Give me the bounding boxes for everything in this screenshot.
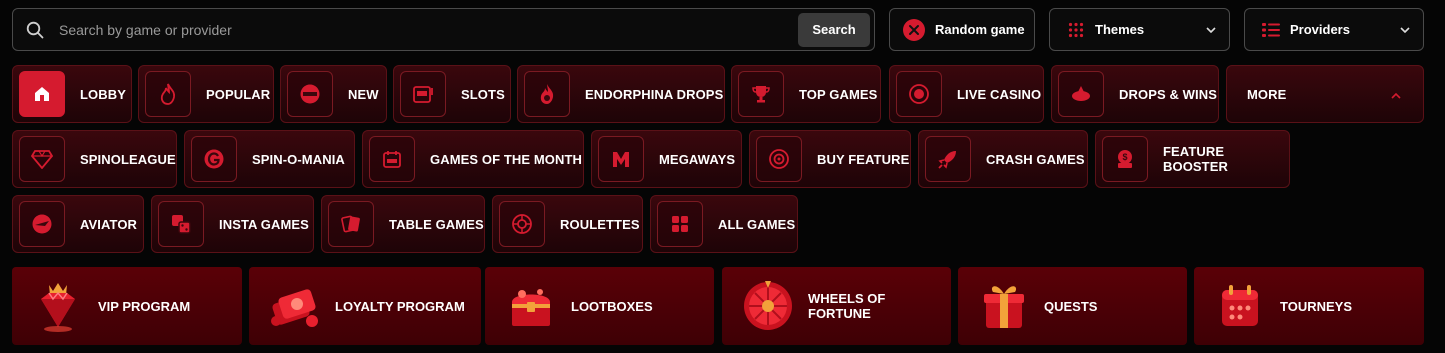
category-label: NEW [348,86,379,102]
random-game-button[interactable]: Random game [889,8,1035,51]
home-icon [19,71,65,117]
category-label: LIVE CASINO [957,86,1042,102]
category-label: POPULAR [206,86,271,102]
category-label: GAMES OF THE MONTH [430,151,583,167]
category-megaways[interactable]: MEGAWAYS [591,130,742,188]
category-new[interactable]: NEW [280,65,387,123]
category-label: MORE [1247,86,1287,102]
category-endorphina-drops[interactable]: ENDORPHINA DROPS [517,65,725,123]
category-label: ENDORPHINA DROPS [585,86,724,102]
promo-lootboxes[interactable]: LOOTBOXES [485,267,714,345]
search-button[interactable]: Search [798,12,870,47]
category-games-of-the-month[interactable]: GAMES OF THE MONTH [362,130,584,188]
category-slots[interactable]: SLOTS [393,65,511,123]
category-label: LOBBY [80,86,126,102]
category-label: BUY FEATURE [817,151,910,167]
category-label: ROULETTES [560,216,640,232]
category-label: SLOTS [461,86,505,102]
providers-dropdown[interactable]: Providers [1244,8,1424,51]
new-badge-icon [287,71,333,117]
fortune-wheel-icon [740,278,796,334]
dice-icon [158,201,204,247]
providers-label: Providers [1290,22,1350,37]
promo-label: WHEELS OF FORTUNE [808,291,886,321]
category-spinoleague[interactable]: SPINOLEAGUE [12,130,177,188]
category-label: MEGAWAYS [659,151,736,167]
category-all-games[interactable]: ALL GAMES [650,195,798,253]
gift-icon [976,278,1032,334]
category-label: CRASH GAMES [986,151,1085,167]
vip-gem-icon [30,278,86,334]
fire-drop-icon [524,71,570,117]
category-label: SPINOLEAGUE [80,151,176,167]
category-label: ALL GAMES [718,216,796,232]
promo-label: VIP PROGRAM [98,298,191,314]
category-top-games[interactable]: TOP GAMES [731,65,881,123]
tourney-calendar-icon [1212,278,1268,334]
search-icon [25,20,45,40]
category-label: FEATURE BOOSTER [1163,144,1228,174]
themes-label: Themes [1095,22,1145,37]
grid-icon [657,201,703,247]
diamond-icon [19,136,65,182]
search-bar: Search [12,8,875,51]
chevron-down-icon [1399,24,1411,36]
category-label: SPIN-O-MANIA [252,151,345,167]
category-lobby[interactable]: LOBBY [12,65,132,123]
promo-tourneys[interactable]: TOURNEYS [1194,267,1424,345]
crash-rocket-icon [925,136,971,182]
promo-label: LOYALTY PROGRAM [335,298,465,314]
category-roulettes[interactable]: ROULETTES [492,195,643,253]
chevron-down-icon [1205,24,1217,36]
promo-loyalty-program[interactable]: LOYALTY PROGRAM [249,267,481,345]
treasure-chest-icon [503,278,559,334]
calendar-icon [369,136,415,182]
loyalty-coins-icon [267,278,323,334]
category-label: INSTA GAMES [219,216,309,232]
random-game-label: Random game [935,22,1025,37]
category-table-games[interactable]: TABLE GAMES [321,195,485,253]
promo-label: QUESTS [1044,298,1098,314]
booster-icon: $ [1102,136,1148,182]
live-icon [896,71,942,117]
promo-quests[interactable]: QUESTS [958,267,1187,345]
shuffle-icon [903,18,925,41]
svg-text:$: $ [1122,152,1127,162]
g-coin-icon [191,136,237,182]
category-label: DROPS & WINS [1119,86,1217,102]
category-crash-games[interactable]: CRASH GAMES [918,130,1088,188]
roulette-icon [499,201,545,247]
category-buy-feature[interactable]: BUY FEATURE [749,130,911,188]
chevron-up-icon [1391,87,1401,102]
category-label: AVIATOR [80,216,138,232]
dots-grid-icon [1067,21,1085,39]
promo-label: TOURNEYS [1280,298,1352,314]
category-more-toggle[interactable]: MORE [1226,65,1424,123]
category-feature-booster[interactable]: $ FEATURE BOOSTER [1095,130,1290,188]
category-aviator[interactable]: AVIATOR [12,195,144,253]
category-popular[interactable]: POPULAR [138,65,274,123]
flame-icon [145,71,191,117]
category-label: TOP GAMES [799,86,878,102]
search-input[interactable] [57,13,798,46]
category-drops-wins[interactable]: DROPS & WINS [1051,65,1219,123]
category-spin-o-mania[interactable]: SPIN-O-MANIA [184,130,355,188]
cards-icon [328,201,374,247]
plane-icon [19,201,65,247]
target-icon [756,136,802,182]
promo-label: LOOTBOXES [571,298,653,314]
rocket-icon [1058,71,1104,117]
list-icon [1262,21,1280,39]
themes-dropdown[interactable]: Themes [1049,8,1230,51]
category-live-casino[interactable]: LIVE CASINO [889,65,1044,123]
trophy-icon [738,71,784,117]
m-logo-icon [598,136,644,182]
promo-wheels-of-fortune[interactable]: WHEELS OF FORTUNE [722,267,951,345]
category-insta-games[interactable]: INSTA GAMES [151,195,314,253]
category-label: TABLE GAMES [389,216,484,232]
slot-machine-icon [400,71,446,117]
promo-vip-program[interactable]: VIP PROGRAM [12,267,242,345]
